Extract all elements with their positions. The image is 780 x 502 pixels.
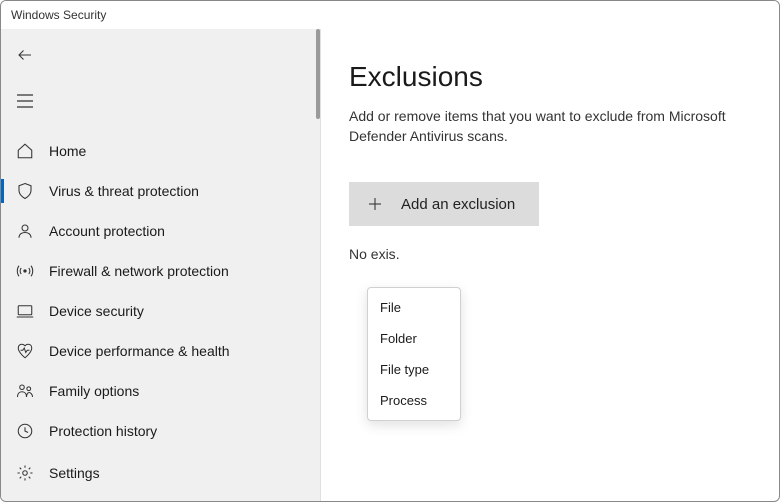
dropdown-item-label: File type xyxy=(380,362,429,377)
sidebar-item-label: Settings xyxy=(49,465,100,481)
sidebar-item-label: Account protection xyxy=(49,223,165,239)
sidebar-item-label: Device performance & health xyxy=(49,343,230,359)
sidebar-item-firewall[interactable]: Firewall & network protection xyxy=(1,251,320,291)
history-icon xyxy=(15,421,35,441)
sidebar-item-settings[interactable]: Settings xyxy=(1,453,320,493)
add-exclusion-dropdown: File Folder File type Process xyxy=(367,287,461,421)
windows-security-window: Windows Security Home xyxy=(0,0,780,502)
dropdown-item-label: Folder xyxy=(380,331,417,346)
page-description: Add or remove items that you want to exc… xyxy=(349,107,749,146)
dropdown-item-label: Process xyxy=(380,393,427,408)
sidebar-item-device-security[interactable]: Device security xyxy=(1,291,320,331)
hamburger-button[interactable] xyxy=(5,81,45,121)
shield-icon xyxy=(15,181,35,201)
arrow-left-icon xyxy=(16,46,34,64)
sidebar: Home Virus & threat protection Account p… xyxy=(1,29,321,501)
person-icon xyxy=(15,221,35,241)
status-suffix: . xyxy=(396,246,400,262)
sidebar-item-label: Home xyxy=(49,143,86,159)
content-area: Exclusions Add or remove items that you … xyxy=(321,29,779,501)
back-button[interactable] xyxy=(5,35,45,75)
sidebar-item-label: Virus & threat protection xyxy=(49,183,199,199)
nav-section: Home Virus & threat protection Account p… xyxy=(1,131,320,451)
dropdown-item-file-type[interactable]: File type xyxy=(368,354,460,385)
sidebar-item-family[interactable]: Family options xyxy=(1,371,320,411)
sidebar-settings-block: Settings xyxy=(1,453,320,493)
window-title: Windows Security xyxy=(11,8,106,22)
home-icon xyxy=(15,141,35,161)
sidebar-item-label: Device security xyxy=(49,303,144,319)
hamburger-icon xyxy=(17,94,33,108)
antenna-icon xyxy=(15,261,35,281)
page-title: Exclusions xyxy=(349,61,751,93)
status-prefix: No exis xyxy=(349,246,396,262)
gear-icon xyxy=(15,463,35,483)
status-text: No exis. xyxy=(349,246,751,262)
titlebar: Windows Security xyxy=(1,1,779,29)
family-icon xyxy=(15,381,35,401)
sidebar-item-label: Protection history xyxy=(49,423,157,439)
add-exclusion-label: Add an exclusion xyxy=(401,196,515,213)
sidebar-item-home[interactable]: Home xyxy=(1,131,320,171)
sidebar-item-performance[interactable]: Device performance & health xyxy=(1,331,320,371)
window-body: Home Virus & threat protection Account p… xyxy=(1,29,779,501)
heart-pulse-icon xyxy=(15,341,35,361)
dropdown-item-folder[interactable]: Folder xyxy=(368,323,460,354)
sidebar-item-virus-threat[interactable]: Virus & threat protection xyxy=(1,171,320,211)
dropdown-item-label: File xyxy=(380,300,401,315)
sidebar-item-protection-history[interactable]: Protection history xyxy=(1,411,320,451)
sidebar-item-label: Firewall & network protection xyxy=(49,263,229,279)
add-exclusion-button[interactable]: Add an exclusion xyxy=(349,182,539,226)
device-icon xyxy=(15,301,35,321)
sidebar-item-account[interactable]: Account protection xyxy=(1,211,320,251)
dropdown-item-file[interactable]: File xyxy=(368,292,460,323)
plus-icon xyxy=(365,194,385,214)
sidebar-item-label: Family options xyxy=(49,383,139,399)
dropdown-item-process[interactable]: Process xyxy=(368,385,460,416)
sidebar-scrollbar[interactable] xyxy=(316,29,320,119)
